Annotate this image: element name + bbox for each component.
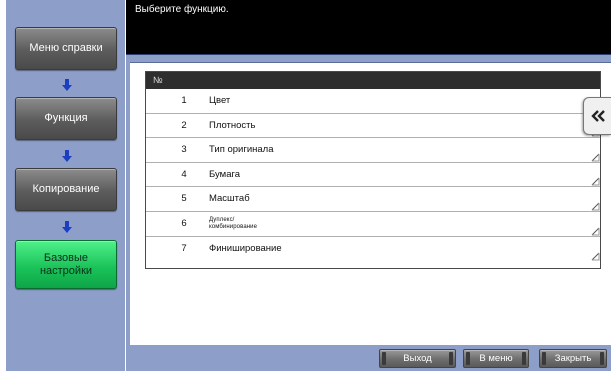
corner-mark-icon xyxy=(591,227,600,236)
down-arrow-icon xyxy=(62,150,72,162)
corner-mark-icon xyxy=(591,178,600,186)
header-bar: Выберите функцию. xyxy=(126,0,611,55)
corner-mark-icon xyxy=(591,252,600,261)
nav-function-button[interactable]: Функция xyxy=(15,97,117,140)
exit-button[interactable]: Выход xyxy=(379,349,456,368)
row-number: 2 xyxy=(181,119,187,131)
table-row[interactable]: 5 Масштаб xyxy=(146,187,600,212)
exit-button-label: Выход xyxy=(403,353,432,364)
down-arrow-icon xyxy=(62,79,72,91)
nav-copy-button[interactable]: Копирование xyxy=(15,168,117,211)
corner-mark-icon xyxy=(591,202,600,211)
table-row[interactable]: 3 Тип оригинала xyxy=(146,138,600,163)
nav-help-menu-button[interactable]: Меню справки xyxy=(15,27,117,70)
row-number: 1 xyxy=(181,95,187,106)
table-row[interactable]: 1 Цвет xyxy=(146,89,600,114)
double-chevron-left-icon xyxy=(590,110,605,122)
nav-copy-label: Копирование xyxy=(32,183,100,195)
content-area: № 1 Цвет 2 Плотность 3 Тип оригинала 4 Б… xyxy=(126,55,611,371)
table-row[interactable]: 2 Плотность xyxy=(146,113,600,139)
row-number: 6 xyxy=(181,217,187,229)
nav-help-menu-label: Меню справки xyxy=(29,42,103,54)
row-number: 4 xyxy=(181,168,187,180)
corner-mark-icon xyxy=(591,153,600,162)
row-number: 3 xyxy=(181,144,187,156)
nav-basic-settings-button[interactable]: Базовые настройки xyxy=(15,240,117,289)
function-table: № 1 Цвет 2 Плотность 3 Тип оригинала 4 Б… xyxy=(145,71,601,269)
collapse-panel-button[interactable] xyxy=(583,97,611,135)
table-row[interactable]: 7 Финиширование xyxy=(146,236,600,262)
row-label: Цвет xyxy=(209,95,231,106)
row-label: Финиширование xyxy=(209,242,282,254)
content-panel: № 1 Цвет 2 Плотность 3 Тип оригинала 4 Б… xyxy=(130,62,611,345)
close-button[interactable]: Закрыть xyxy=(539,349,607,368)
nav-function-label: Функция xyxy=(44,112,88,124)
table-row[interactable]: 6 Дуплекс/ комбинирование xyxy=(146,211,600,237)
instruction-message: Выберите функцию. xyxy=(135,4,229,15)
nav-basic-settings-label: Базовые настройки xyxy=(39,251,93,277)
down-arrow-icon xyxy=(62,221,72,233)
table-row[interactable]: 4 Бумага xyxy=(146,162,600,188)
row-label: Бумага xyxy=(209,168,241,180)
row-number: 7 xyxy=(181,242,187,254)
row-label: Дуплекс/ комбинирование xyxy=(209,216,258,230)
row-label: Тип оригинала xyxy=(209,144,274,156)
table-header: № xyxy=(146,72,600,89)
to-menu-button[interactable]: В меню xyxy=(463,349,529,368)
row-label: Плотность xyxy=(209,119,256,131)
row-number: 5 xyxy=(181,193,187,205)
row-label: Масштаб xyxy=(209,193,250,205)
number-column-header: № xyxy=(153,75,163,85)
close-button-label: Закрыть xyxy=(554,353,592,364)
left-navigation-panel: Меню справки Функция Копирование Базовые… xyxy=(6,0,125,371)
to-menu-button-label: В меню xyxy=(479,353,513,364)
